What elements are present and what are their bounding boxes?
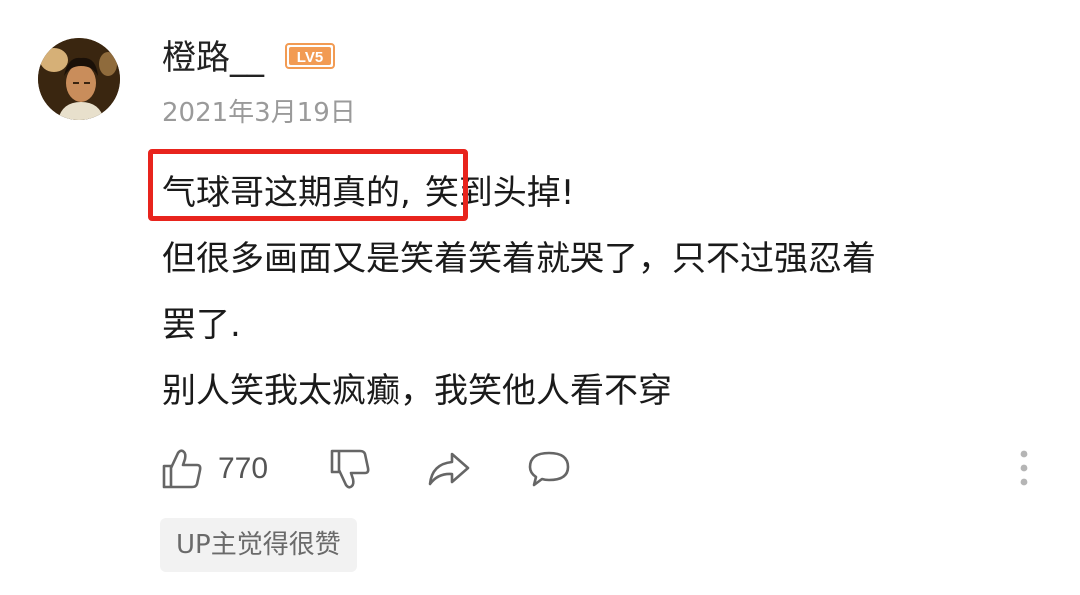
comment-line: 罢了. <box>162 305 241 345</box>
thumbs-down-icon <box>330 449 370 489</box>
more-vertical-icon[interactable] <box>1012 448 1036 488</box>
level-badge-label: LV5 <box>297 49 323 66</box>
comment-date: 2021年3月19日 <box>162 98 356 128</box>
comment-line: 但很多画面又是笑着笑着就哭了，只不过强忍着 <box>162 239 876 279</box>
avatar[interactable] <box>38 38 120 120</box>
comment-line: 气球哥这期真的, 笑到头掉! <box>148 149 1042 226</box>
share-button[interactable] <box>426 446 472 492</box>
avatar-image <box>38 38 120 120</box>
reply-button[interactable] <box>526 446 572 492</box>
dislike-button[interactable] <box>328 446 372 492</box>
thumbs-up-icon <box>162 449 202 489</box>
author-name[interactable]: 橙路__ <box>162 36 264 80</box>
like-button[interactable]: 770 <box>160 446 268 492</box>
action-bar: 770 <box>160 446 1040 492</box>
reply-bubble-icon <box>528 451 570 487</box>
highlight-box <box>148 149 468 221</box>
comment-line: 别人笑我太疯癫，我笑他人看不穿 <box>162 371 672 411</box>
comment-text: 气球哥这期真的, 笑到头掉! 但很多画面又是笑着笑着就哭了，只不过强忍着 罢了. … <box>148 149 1042 424</box>
level-badge: LV5 <box>285 43 335 69</box>
up-liked-tag: UP主觉得很赞 <box>160 518 357 572</box>
like-count: 770 <box>218 452 269 485</box>
share-icon <box>428 452 470 486</box>
comment-card: 橙路__ LV5 2021年3月19日 气球哥这期真的, 笑到头掉! 但很多画面又… <box>0 0 1080 595</box>
